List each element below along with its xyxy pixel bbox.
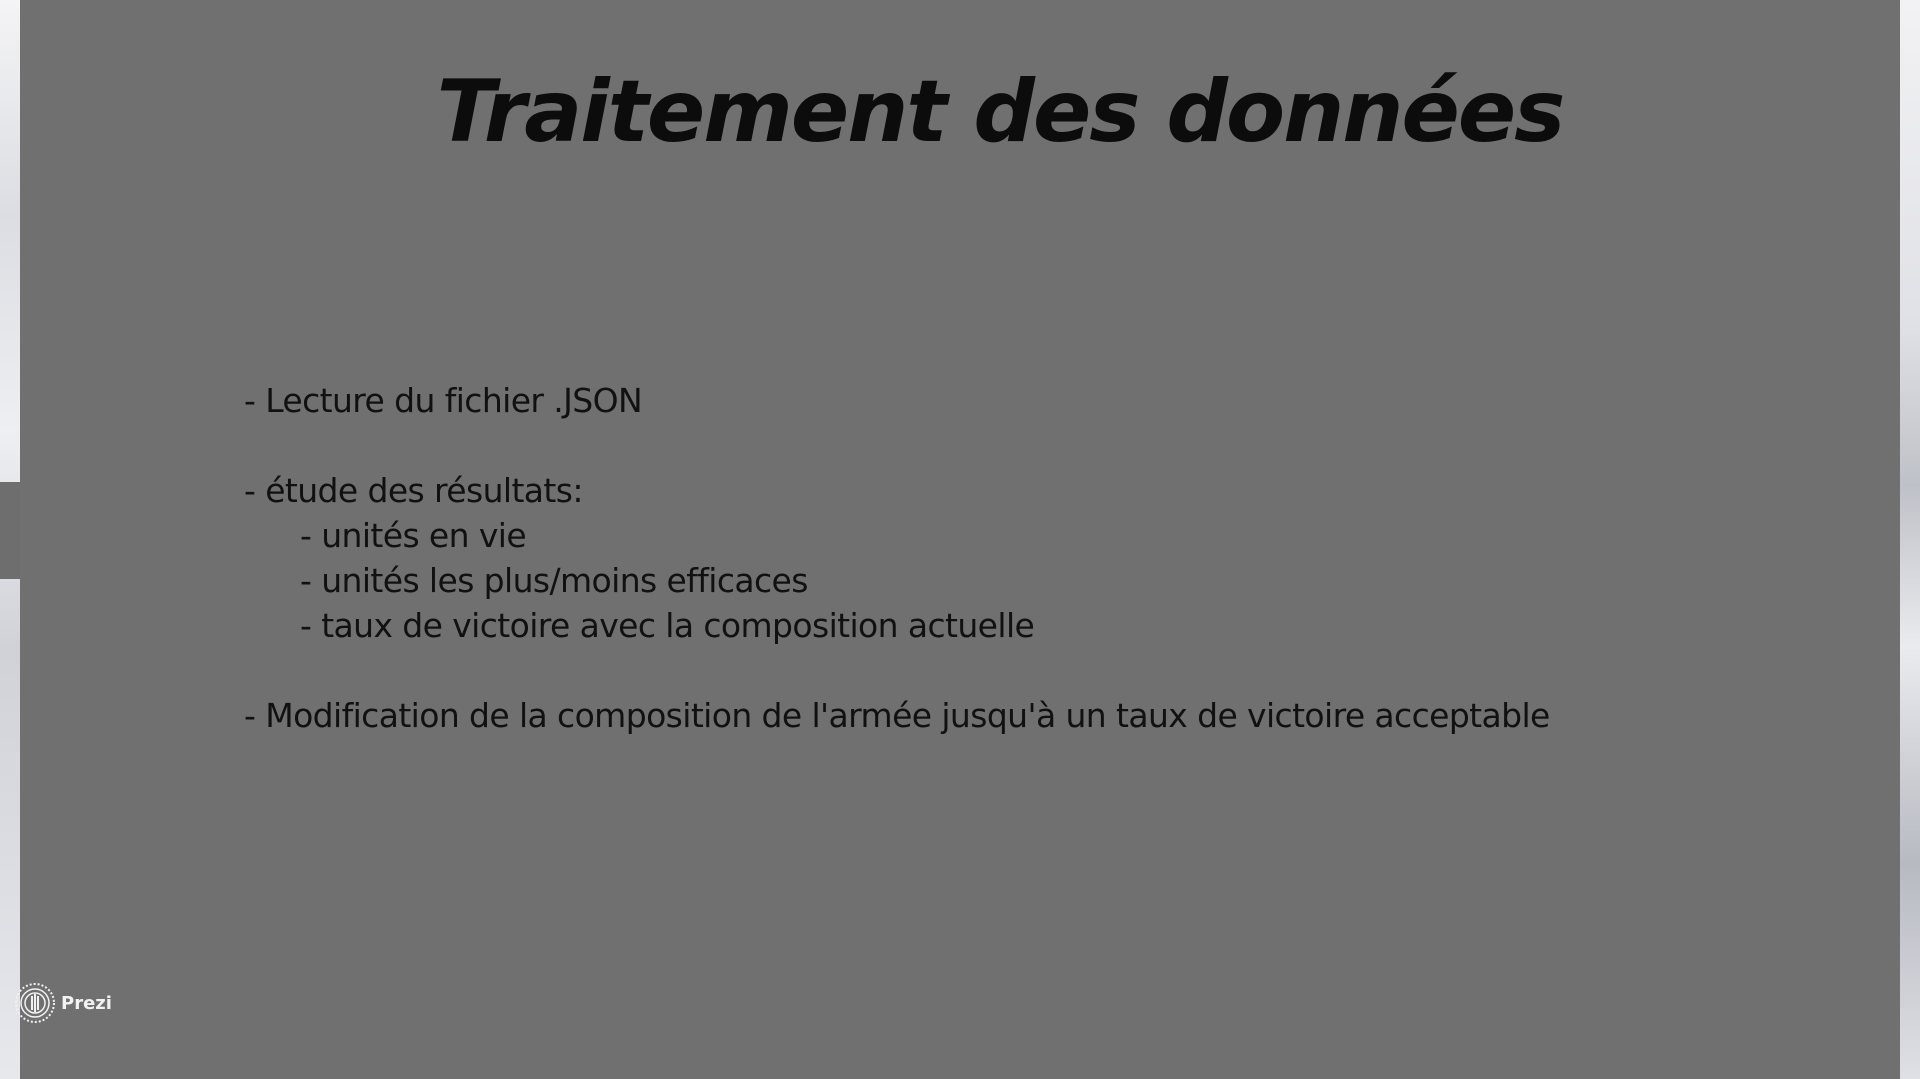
presentation-viewer: Traitement des données - Lecture du fich… xyxy=(0,0,1920,1079)
previous-slide-tab[interactable] xyxy=(0,482,20,579)
prezi-label: Prezi xyxy=(61,992,112,1014)
slide-body: - Lecture du fichier .JSON - étude des r… xyxy=(244,378,1550,738)
slide-title: Traitement des données xyxy=(436,62,1566,162)
bullet-results-study: - étude des résultats: xyxy=(244,471,583,510)
sub-bullet-victory-rate: - taux de victoire avec la composition a… xyxy=(300,606,1035,645)
bullet-army-composition: - Modification de la composition de l'ar… xyxy=(244,696,1550,735)
slide: Traitement des données - Lecture du fich… xyxy=(20,0,1900,1079)
sub-bullet-living-units: - unités en vie xyxy=(300,516,527,555)
prezi-logo-icon xyxy=(15,983,55,1023)
prezi-badge[interactable]: Prezi xyxy=(14,982,112,1024)
sub-bullet-unit-efficiency: - unités les plus/moins efficaces xyxy=(300,561,808,600)
bullet-json-reading: - Lecture du fichier .JSON xyxy=(244,381,643,420)
